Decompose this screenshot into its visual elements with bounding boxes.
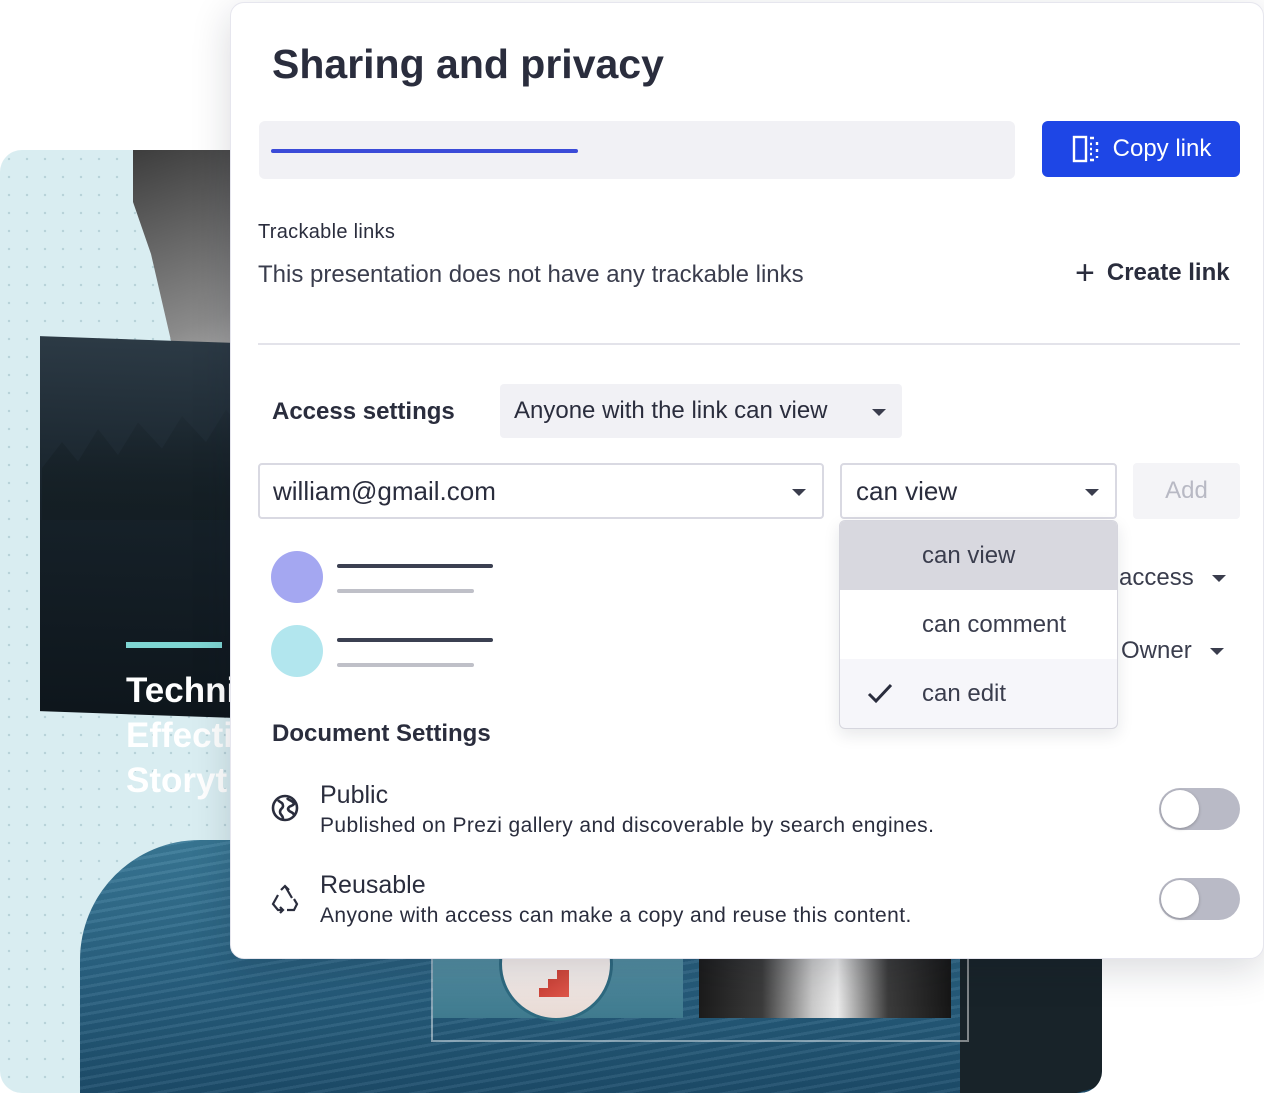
globe-icon [271,794,299,822]
public-setting-description: Published on Prezi gallery and discovera… [320,814,935,837]
collaborator-role-dropdown[interactable]: access [1119,564,1226,592]
collaborator-role-value: Owner [1121,637,1192,664]
collaborator-email-placeholder [337,589,474,593]
create-link-label: Create link [1106,259,1230,286]
collaborator-role-dropdown[interactable]: Owner [1121,637,1224,665]
avatar [271,551,323,603]
menu-item-can-edit[interactable]: can edit [840,659,1117,728]
chevron-down-icon [1085,489,1099,496]
public-setting-title: Public [320,781,389,809]
menu-item-can-comment[interactable]: can comment [840,590,1117,659]
public-toggle[interactable] [1159,788,1240,830]
menu-item-can-view[interactable]: can view [840,521,1117,590]
access-settings-value: Anyone with the link can view [514,397,828,424]
collaborator-row [271,551,501,605]
chevron-down-icon [872,409,886,416]
sharing-dialog: Sharing and privacy Copy link Trackable … [230,2,1264,959]
slide-title: Techni Effecti Storyt [126,671,230,800]
access-settings-dropdown[interactable]: Anyone with the link can view [500,384,902,438]
recycle-icon [271,884,299,914]
chevron-down-icon [792,489,806,496]
dialog-title: Sharing and privacy [272,41,664,87]
invite-email-value: william@gmail.com [273,475,496,506]
slide-card [40,336,260,719]
reusable-toggle[interactable] [1159,878,1240,920]
collaborator-name-placeholder [337,564,493,568]
plus-icon: + [1075,254,1095,292]
share-link-field[interactable] [259,121,1015,179]
collaborator-email-placeholder [337,663,474,667]
toggle-knob [1161,790,1199,828]
invite-permission-dropdown[interactable]: can view [840,463,1117,519]
avatar [271,625,323,677]
copy-link-button[interactable]: Copy link [1042,121,1240,177]
reusable-setting-title: Reusable [320,871,426,899]
copy-link-icon [1072,135,1098,163]
link-loading-track [271,149,1003,153]
copy-link-label: Copy link [1112,135,1212,162]
create-link-button[interactable]: + Create link [1075,254,1230,292]
access-settings-label: Access settings [272,398,455,425]
menu-item-label: can edit [922,679,1007,707]
trackable-links-empty-text: This presentation does not have any trac… [258,261,804,288]
checkmark-icon [867,683,893,704]
trackable-links-heading: Trackable links [258,221,396,243]
collaborator-name-placeholder [337,638,493,642]
menu-item-label: can view [922,541,1016,569]
invite-permission-value: can view [856,475,958,506]
toggle-knob [1161,880,1199,918]
section-divider [258,343,1240,345]
chevron-down-icon [1209,647,1224,655]
chevron-down-icon [1211,574,1226,582]
slide-accent-bar [126,642,222,648]
invite-email-field[interactable]: william@gmail.com [258,463,824,519]
collaborator-role-value: access [1119,564,1194,591]
reusable-setting-description: Anyone with access can make a copy and r… [320,904,912,927]
link-loading-bar [271,149,579,153]
document-settings-heading: Document Settings [272,720,491,747]
permission-menu: can view can comment can edit [839,520,1118,729]
add-collaborator-button[interactable]: Add [1133,463,1240,519]
collaborator-row [271,625,501,679]
menu-item-label: can comment [922,610,1067,638]
